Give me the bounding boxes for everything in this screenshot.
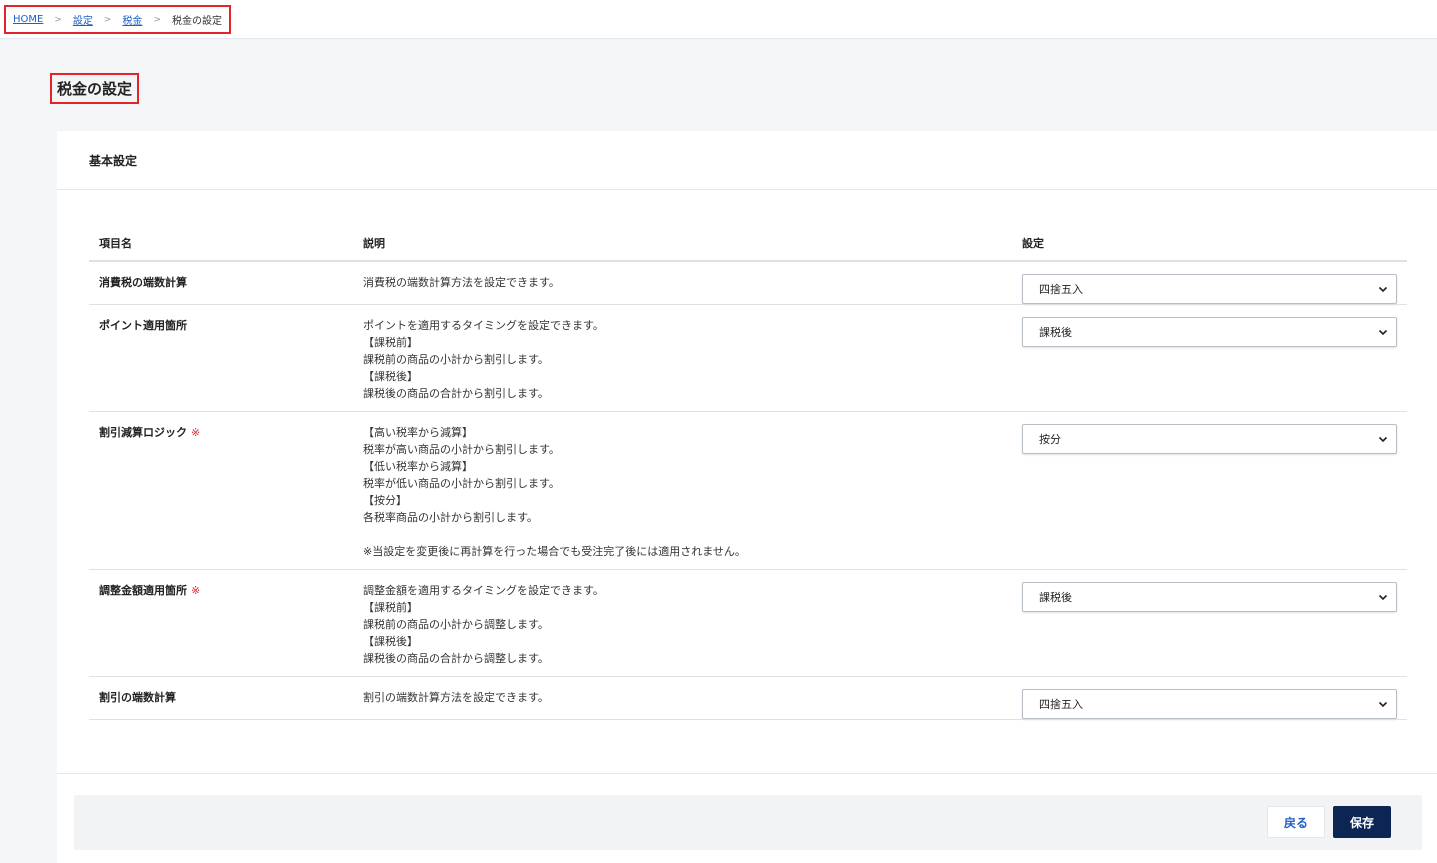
breadcrumb-tax-link[interactable]: 税金	[122, 12, 142, 27]
row-name: ポイント適用箇所	[99, 319, 187, 332]
row-name: 調整金額適用箇所	[99, 584, 187, 597]
row-name: 消費税の端数計算	[99, 276, 187, 289]
breadcrumb-settings-link[interactable]: 設定	[73, 12, 93, 27]
row-name-cell: 割引減算ロジック ※	[89, 411, 352, 570]
chevron-down-icon	[1378, 701, 1388, 708]
header-item-name: 項目名	[89, 230, 352, 262]
row-description: ポイントを適用するタイミングを設定できます。 【課税前】 課税前の商品の小計から…	[352, 304, 1011, 412]
row-description: 消費税の端数計算方法を設定できます。	[352, 261, 1011, 305]
breadcrumb-separator: >	[153, 14, 161, 25]
consumption-tax-rounding-select[interactable]: 四捨五入	[1022, 274, 1397, 304]
breadcrumb: HOME > 設定 > 税金 > 税金の設定	[4, 5, 231, 34]
row-setting-cell: 課税後	[1011, 304, 1407, 412]
chevron-down-icon	[1378, 286, 1388, 293]
required-mark: ※	[191, 426, 201, 439]
footer-action-bar: 戻る 保存	[74, 795, 1422, 850]
adjustment-application-select[interactable]: 課税後	[1022, 582, 1397, 612]
chevron-down-icon	[1378, 329, 1388, 336]
row-setting-cell: 四捨五入	[1011, 676, 1407, 720]
select-value: 四捨五入	[1039, 282, 1083, 296]
row-name-cell: ポイント適用箇所	[89, 304, 352, 412]
table-row: 割引の端数計算 割引の端数計算方法を設定できます。 四捨五入	[89, 676, 1407, 720]
row-name: 割引減算ロジック	[99, 426, 187, 439]
row-setting-cell: 四捨五入	[1011, 261, 1407, 305]
footer-divider	[57, 773, 1437, 774]
page-title: 税金の設定	[50, 73, 140, 104]
table-row: 消費税の端数計算 消費税の端数計算方法を設定できます。 四捨五入	[89, 261, 1407, 305]
back-button[interactable]: 戻る	[1267, 806, 1325, 838]
point-application-select[interactable]: 課税後	[1022, 317, 1397, 347]
row-name-cell: 割引の端数計算	[89, 676, 352, 720]
header-setting: 設定	[1011, 230, 1407, 262]
breadcrumb-separator: >	[54, 14, 62, 25]
select-value: 按分	[1039, 432, 1061, 446]
select-value: 課税後	[1039, 590, 1072, 604]
breadcrumb-current: 税金の設定	[171, 16, 222, 27]
discount-rounding-select[interactable]: 四捨五入	[1022, 689, 1397, 719]
section-title: 基本設定	[57, 131, 1437, 190]
breadcrumb-separator: >	[103, 14, 112, 25]
discount-logic-select[interactable]: 按分	[1022, 424, 1397, 454]
settings-card: 基本設定 項目名 説明 設定 消費税の端数計算 消費税の端数計算方法を設定できま…	[57, 131, 1437, 863]
table-row: 割引減算ロジック ※ 【高い税率から減算】 税率が高い商品の小計から割引します。 …	[89, 411, 1407, 570]
breadcrumb-home-link[interactable]: HOME	[13, 14, 43, 25]
row-description: 【高い税率から減算】 税率が高い商品の小計から割引します。 【低い税率から減算】…	[352, 411, 1011, 570]
select-value: 課税後	[1039, 325, 1072, 339]
row-setting-cell: 按分	[1011, 411, 1407, 570]
header-description: 説明	[352, 230, 1011, 262]
required-mark: ※	[191, 584, 201, 597]
row-description: 調整金額を適用するタイミングを設定できます。 【課税前】 課税前の商品の小計から…	[352, 569, 1011, 677]
row-name-cell: 調整金額適用箇所 ※	[89, 569, 352, 677]
row-name-cell: 消費税の端数計算	[89, 261, 352, 305]
row-name: 割引の端数計算	[99, 691, 176, 704]
table-row: ポイント適用箇所 ポイントを適用するタイミングを設定できます。 【課税前】 課税…	[89, 304, 1407, 412]
row-description: 割引の端数計算方法を設定できます。	[352, 676, 1011, 720]
save-button[interactable]: 保存	[1333, 806, 1391, 838]
row-setting-cell: 課税後	[1011, 569, 1407, 677]
chevron-down-icon	[1378, 594, 1388, 601]
chevron-down-icon	[1378, 436, 1388, 443]
table-header-row: 項目名 説明 設定	[89, 230, 1407, 262]
settings-table: 項目名 説明 設定 消費税の端数計算 消費税の端数計算方法を設定できます。 四捨…	[89, 230, 1407, 720]
table-row: 調整金額適用箇所 ※ 調整金額を適用するタイミングを設定できます。 【課税前】 課…	[89, 569, 1407, 677]
select-value: 四捨五入	[1039, 697, 1083, 711]
top-bar: HOME > 設定 > 税金 > 税金の設定	[0, 0, 1437, 39]
